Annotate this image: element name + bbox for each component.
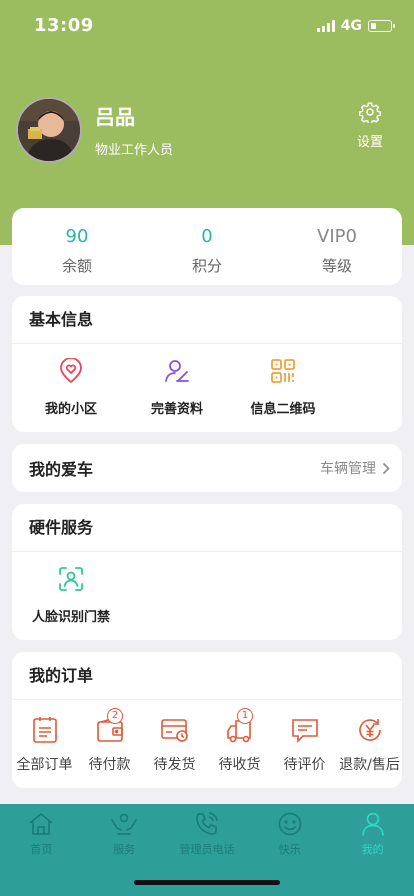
tab-home[interactable]: 首页 (0, 804, 83, 864)
user-name: 吕品 (95, 105, 135, 129)
service-hands-icon (111, 813, 138, 835)
gear-icon (359, 102, 381, 125)
user-role: 物业工作人员 (95, 143, 174, 158)
user-edit-icon (165, 360, 189, 382)
heart-location-icon (60, 358, 82, 383)
comment-icon (291, 719, 318, 743)
order-label: 退款/售后 (339, 757, 400, 773)
stat-value: 0 (201, 226, 213, 247)
user-icon (361, 812, 384, 836)
vehicle-management-link[interactable]: 车辆管理 (320, 458, 390, 478)
all-orders-button[interactable]: 全部订单 (12, 716, 77, 774)
stat-label: 积分 (191, 257, 222, 275)
tab-label: 服务 (113, 843, 136, 856)
tab-mine[interactable]: 我的 (331, 804, 414, 864)
car-title: 我的爱车 (29, 460, 94, 479)
pending-shipment-button[interactable]: 待发货 (142, 716, 207, 774)
stat-value: VIP0 (317, 226, 357, 247)
chevron-right-icon (382, 462, 390, 474)
stat-label: 余额 (61, 257, 92, 275)
refund-icon (358, 719, 381, 741)
item-label: 完善资料 (150, 402, 203, 417)
face-scan-icon (59, 567, 83, 591)
face-recognition-access-button[interactable]: 人脸识别门禁 (18, 552, 124, 625)
tab-happy[interactable]: 快乐 (248, 804, 331, 864)
item-label: 信息二维码 (250, 402, 316, 417)
home-indicator (134, 880, 280, 885)
tab-label: 管理员电话 (179, 843, 235, 856)
pending-payment-badge: 2 (107, 708, 123, 724)
hardware-services-card: 硬件服务 人脸识别门禁 (12, 504, 402, 640)
tab-service[interactable]: 服务 (83, 804, 166, 864)
order-label: 待收货 (218, 757, 261, 773)
tab-label: 我的 (361, 843, 384, 856)
stat-level[interactable]: VIP0 等级 (272, 208, 402, 285)
pending-receipt-button[interactable]: 1 待收货 (207, 708, 272, 774)
order-label: 待评价 (283, 757, 326, 773)
vehicle-management-label: 车辆管理 (320, 461, 376, 477)
stat-points[interactable]: 0 积分 (142, 208, 272, 285)
battery-icon (368, 20, 395, 32)
avatar[interactable] (16, 97, 82, 163)
item-label: 人脸识别门禁 (31, 610, 110, 625)
stat-balance[interactable]: 90 余额 (12, 208, 142, 285)
status-indicators: 4G (316, 18, 395, 34)
phone-icon (196, 812, 218, 835)
my-car-row[interactable]: 我的爱车 车辆管理 (12, 444, 402, 492)
item-label: 我的小区 (44, 402, 97, 417)
smile-icon (278, 812, 302, 836)
my-community-button[interactable]: 我的小区 (18, 344, 124, 417)
pending-payment-button[interactable]: 2 待付款 (77, 708, 142, 774)
pending-receipt-badge: 1 (237, 708, 253, 724)
card-clock-icon (160, 719, 188, 742)
stat-label: 等级 (321, 257, 352, 275)
status-bar: 13:09 4G (0, 0, 414, 50)
my-orders-card: 我的订单 全部订单 2 待付款 待发货 1 待收货 待评价 退款/售后 (12, 652, 402, 788)
pending-review-button[interactable]: 待评价 (272, 716, 337, 774)
tab-label: 快乐 (278, 843, 301, 856)
order-list-icon (32, 717, 57, 743)
settings-button[interactable]: 设置 (350, 101, 390, 150)
section-title: 基本信息 (12, 296, 402, 344)
battery-level (370, 22, 376, 29)
complete-profile-button[interactable]: 完善资料 (124, 344, 230, 417)
home-icon (29, 813, 53, 835)
order-label: 全部订单 (16, 757, 73, 773)
stats-card: 90 余额 0 积分 VIP0 等级 (12, 208, 402, 285)
qr-code-icon (271, 359, 295, 383)
network-type: 4G (340, 18, 362, 34)
signal-icon (316, 20, 335, 32)
section-title: 硬件服务 (12, 504, 402, 552)
settings-label: 设置 (356, 135, 383, 150)
order-label: 待付款 (88, 757, 131, 773)
qr-code-button[interactable]: 信息二维码 (230, 344, 336, 417)
refund-after-sales-button[interactable]: 退款/售后 (337, 716, 402, 774)
stat-value: 90 (65, 226, 89, 247)
section-title: 我的订单 (12, 652, 402, 700)
status-time: 13:09 (34, 15, 94, 36)
order-label: 待发货 (153, 757, 196, 773)
basic-info-card: 基本信息 我的小区 完善资料 信息二维码 (12, 296, 402, 432)
tab-admin-phone[interactable]: 管理员电话 (166, 804, 249, 864)
tab-label: 首页 (30, 843, 53, 856)
